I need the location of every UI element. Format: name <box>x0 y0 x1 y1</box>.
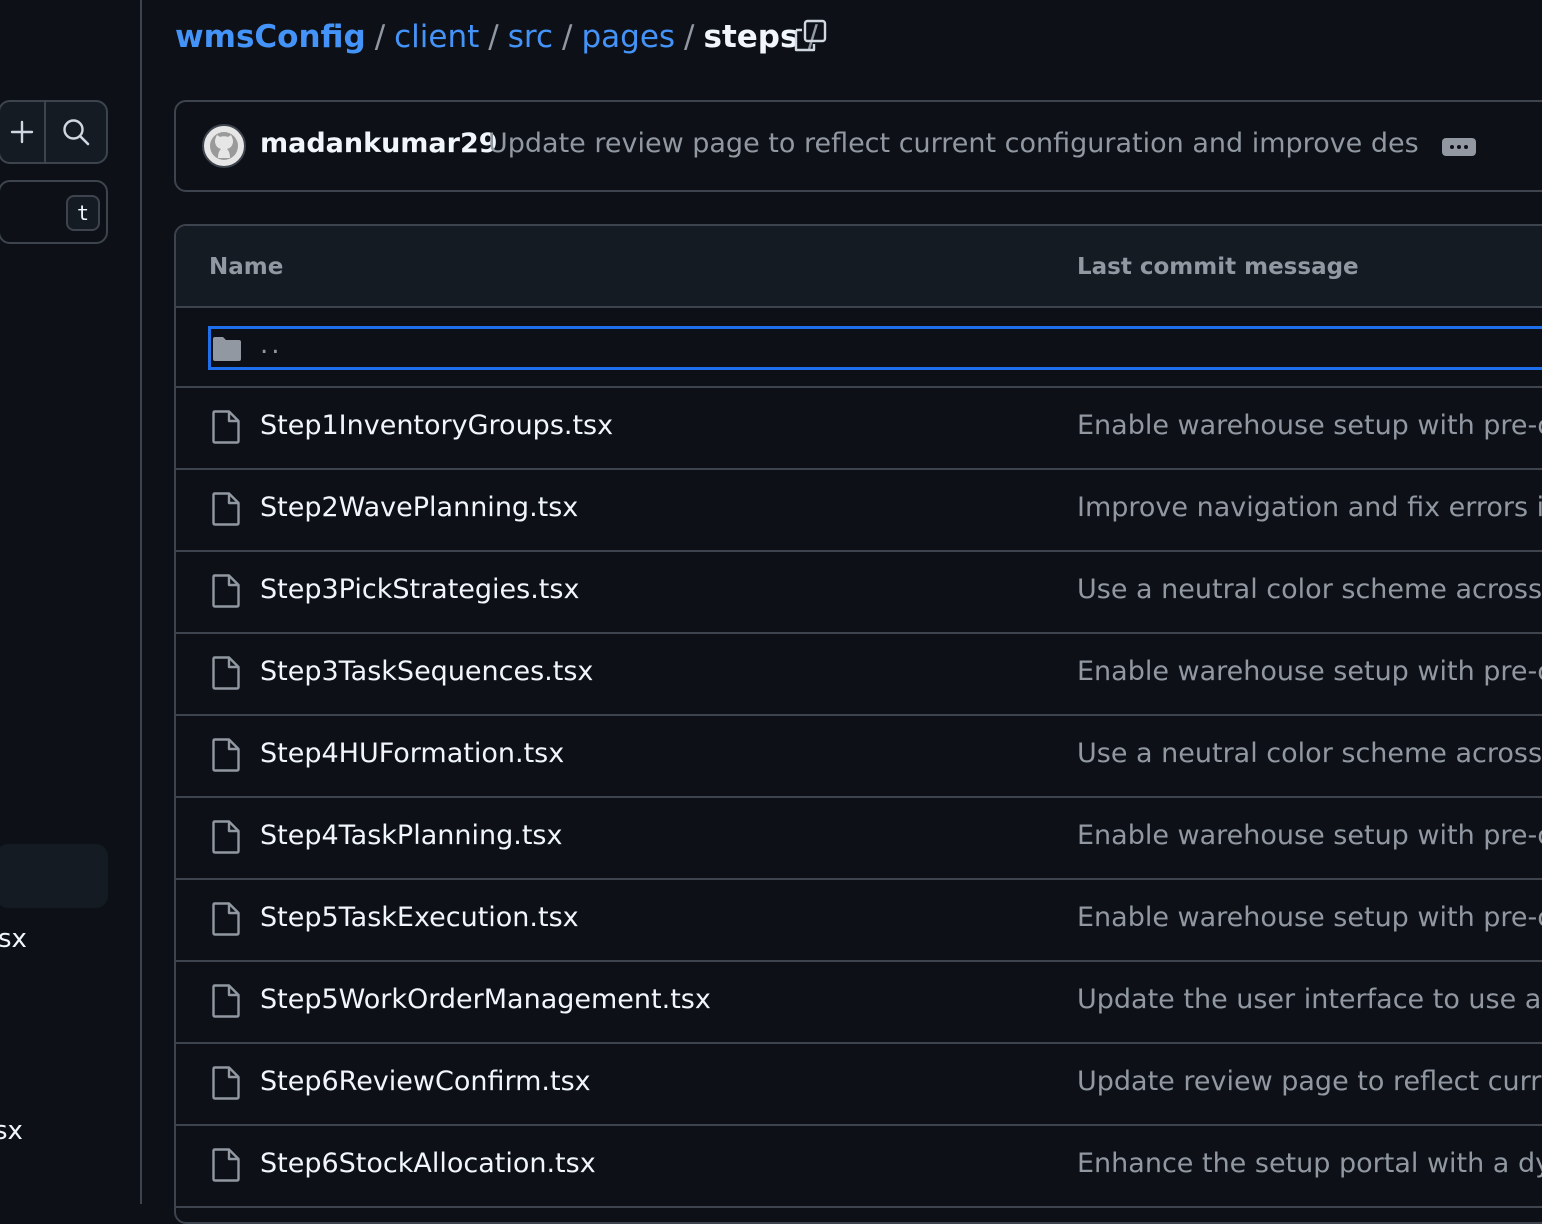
file-name-link[interactable]: Step5TaskExecution.tsx <box>260 902 579 933</box>
commit-message-link[interactable]: Update the user interface to use a m <box>1077 984 1542 1015</box>
breadcrumb-separator: / <box>488 19 499 55</box>
copy-icon <box>794 19 827 52</box>
parent-directory-link[interactable]: .. <box>260 330 283 360</box>
file-icon <box>212 902 240 936</box>
copy-path-button[interactable] <box>790 16 830 56</box>
table-row[interactable]: Step4TaskPlanning.tsx Enable warehouse s… <box>176 798 1542 880</box>
file-name-link[interactable]: Step6StockAllocation.tsx <box>260 1148 596 1179</box>
breadcrumb-separator: / <box>562 19 573 55</box>
tree-item-selected[interactable] <box>0 844 108 908</box>
breadcrumb: wmsConfig / client / src / pages / steps… <box>175 14 827 60</box>
file-name-link[interactable]: Step4HUFormation.tsx <box>260 738 564 769</box>
expand-commit-button[interactable] <box>1442 138 1476 156</box>
table-row[interactable]: Step6ReviewConfirm.tsx Update review pag… <box>176 1044 1542 1126</box>
folder-icon <box>213 337 241 361</box>
tree-item[interactable]: sx <box>0 1116 23 1146</box>
table-row[interactable]: Step6StockAllocation.tsx Enhance the set… <box>176 1126 1542 1208</box>
add-file-button[interactable] <box>0 102 46 162</box>
commit-message-link[interactable]: Enhance the setup portal with a dyna <box>1077 1148 1542 1179</box>
commit-message-link[interactable]: Enable warehouse setup with pre-co <box>1077 656 1542 687</box>
breadcrumb-link-src[interactable]: src <box>508 19 553 55</box>
commit-message-link[interactable]: Enable warehouse setup with pre-co <box>1077 820 1542 851</box>
table-row[interactable]: Step3TaskSequences.tsx Enable warehouse … <box>176 634 1542 716</box>
go-to-file-input[interactable]: t <box>0 180 108 244</box>
file-tree-sidebar: t sx sx <box>0 0 142 1204</box>
table-row[interactable]: Step3PickStrategies.tsx Use a neutral co… <box>176 552 1542 634</box>
file-icon <box>212 738 240 772</box>
file-icon <box>212 656 240 690</box>
column-header-last-commit-message: Last commit message <box>1077 254 1359 280</box>
breadcrumb-repo-link[interactable]: wmsConfig <box>175 19 366 55</box>
parent-directory-row[interactable]: .. <box>176 308 1542 388</box>
file-name-link[interactable]: Step3TaskSequences.tsx <box>260 656 593 687</box>
file-icon <box>212 492 240 526</box>
commit-message-link[interactable]: Improve navigation and fix errors in t <box>1077 492 1542 523</box>
breadcrumb-separator: / <box>374 19 386 55</box>
file-icon <box>212 410 240 444</box>
file-name-link[interactable]: Step4TaskPlanning.tsx <box>260 820 562 851</box>
column-header-name: Name <box>209 254 284 280</box>
commit-message-link[interactable]: Enable warehouse setup with pre-co <box>1077 902 1542 933</box>
table-row[interactable]: Step1InventoryGroups.tsx Enable warehous… <box>176 388 1542 470</box>
search-icon <box>63 119 90 146</box>
tree-item[interactable]: sx <box>0 924 27 954</box>
breadcrumb-separator: / <box>684 19 695 55</box>
file-icon <box>212 574 240 608</box>
table-row[interactable]: Step5WorkOrderManagement.tsx Update the … <box>176 962 1542 1044</box>
file-icon <box>212 1148 240 1182</box>
table-header: Name Last commit message <box>176 226 1542 308</box>
file-name-link[interactable]: Step1InventoryGroups.tsx <box>260 410 613 441</box>
focus-outline <box>208 326 1542 370</box>
file-name-link[interactable]: Step6ReviewConfirm.tsx <box>260 1066 591 1097</box>
latest-commit-bar: madankumar29 Update review page to refle… <box>174 100 1542 192</box>
file-name-link[interactable]: Step5WorkOrderManagement.tsx <box>260 984 711 1015</box>
table-row[interactable]: Step5TaskExecution.tsx Enable warehouse … <box>176 880 1542 962</box>
file-icon <box>212 820 240 854</box>
table-row[interactable]: Step4HUFormation.tsx Use a neutral color… <box>176 716 1542 798</box>
sidebar-actions <box>0 100 108 164</box>
commit-message-link[interactable]: Update review page to reflect curren <box>1077 1066 1542 1097</box>
commit-message-link[interactable]: Enable warehouse setup with pre-co <box>1077 410 1542 441</box>
github-user-icon <box>210 132 238 160</box>
file-name-link[interactable]: Step3PickStrategies.tsx <box>260 574 579 605</box>
commit-message-link[interactable]: Use a neutral color scheme across th <box>1077 574 1542 605</box>
breadcrumb-link-pages[interactable]: pages <box>581 19 675 55</box>
breadcrumb-current: steps <box>703 19 799 55</box>
file-table: Name Last commit message .. Step1Invento… <box>174 224 1542 1224</box>
search-button[interactable] <box>46 102 106 162</box>
file-name-link[interactable]: Step2WavePlanning.tsx <box>260 492 578 523</box>
file-icon <box>212 984 240 1018</box>
file-icon <box>212 1066 240 1100</box>
avatar[interactable] <box>202 124 246 168</box>
table-row[interactable]: Step2WavePlanning.tsx Improve navigation… <box>176 470 1542 552</box>
ellipsis-icon <box>1450 145 1454 149</box>
plus-icon <box>10 120 34 144</box>
commit-author-link[interactable]: madankumar29 <box>260 128 498 159</box>
keyboard-shortcut-badge: t <box>66 195 100 231</box>
breadcrumb-link-client[interactable]: client <box>394 19 479 55</box>
commit-message-link[interactable]: Use a neutral color scheme across th <box>1077 738 1542 769</box>
commit-message-link[interactable]: Update review page to reflect current co… <box>488 128 1418 159</box>
